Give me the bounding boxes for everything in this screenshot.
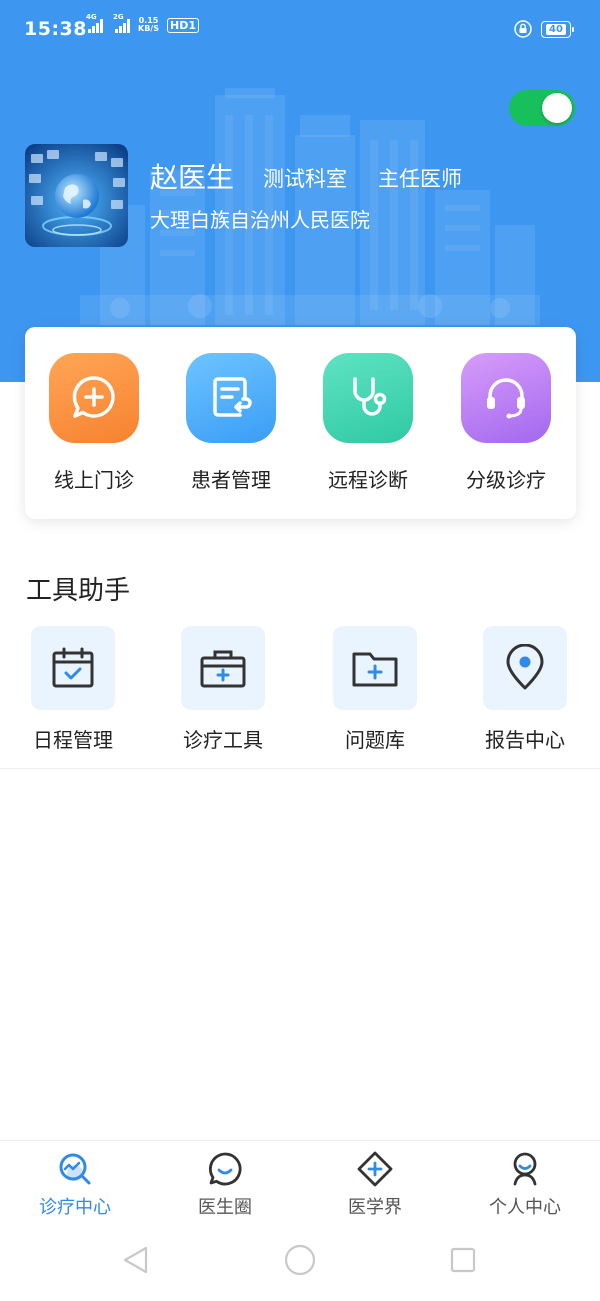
recents-icon[interactable] xyxy=(450,1247,476,1273)
toggle-knob xyxy=(542,93,572,123)
tool-label: 诊疗工具 xyxy=(183,728,263,752)
section-divider xyxy=(0,768,600,769)
tab-label: 诊疗中心 xyxy=(39,1197,111,1218)
network-indicators: 4G 2G 0.15 KB/S HD1 xyxy=(86,13,199,33)
diamond-plus-icon xyxy=(315,1151,435,1187)
medical-kit-icon xyxy=(181,626,265,710)
service-tiered-treatment[interactable]: 分级诊疗 xyxy=(451,327,561,493)
back-icon[interactable] xyxy=(120,1244,150,1276)
system-navigation-bar xyxy=(0,1224,600,1301)
header-banner: 15:38 4G 2G 0.15 KB/S HD1 40 赵医生 测试科室 主任… xyxy=(0,0,600,382)
calendar-check-icon xyxy=(31,626,115,710)
signal-icon: 4G xyxy=(86,13,103,33)
network-speed: 0.15 KB/S xyxy=(138,17,159,33)
chat-plus-icon xyxy=(49,353,139,443)
tool-label: 日程管理 xyxy=(33,728,113,752)
service-label: 远程诊断 xyxy=(328,468,408,492)
person-icon xyxy=(465,1151,585,1187)
smile-chat-icon xyxy=(165,1151,285,1187)
battery-icon: 40 xyxy=(541,21,574,38)
speed-unit: KB/S xyxy=(138,24,159,33)
status-time: 15:38 xyxy=(24,18,87,40)
signal-label: 4G xyxy=(86,13,97,21)
diagnosis-search-icon xyxy=(15,1151,135,1187)
service-remote-diagnosis[interactable]: 远程诊断 xyxy=(313,327,423,493)
lock-icon xyxy=(514,20,532,38)
doctor-name: 赵医生 xyxy=(150,161,235,194)
tools-section-title: 工具助手 xyxy=(26,576,131,606)
tool-diagnosis-tools[interactable]: 诊疗工具 xyxy=(158,626,288,753)
headset-icon xyxy=(461,353,551,443)
service-label: 线上门诊 xyxy=(54,468,134,492)
tool-report-center[interactable]: 报告中心 xyxy=(460,626,590,753)
tab-label: 个人中心 xyxy=(489,1197,561,1218)
home-icon[interactable] xyxy=(284,1244,316,1276)
service-label: 分级诊疗 xyxy=(466,468,546,492)
doctor-title: 主任医师 xyxy=(378,167,462,191)
bottom-tab-bar: 诊疗中心 医生圈 医学界 个人中心 xyxy=(0,1140,600,1224)
tool-label: 问题库 xyxy=(345,728,405,752)
status-bar: 15:38 4G 2G 0.15 KB/S HD1 40 xyxy=(0,0,600,62)
doctor-department: 测试科室 xyxy=(263,167,347,191)
service-label: 患者管理 xyxy=(191,468,271,492)
tab-personal-center[interactable]: 个人中心 xyxy=(465,1151,585,1219)
signal-icon: 2G xyxy=(113,13,130,33)
location-pin-icon xyxy=(483,626,567,710)
services-card: 线上门诊 患者管理 远程诊断 分级诊疗 xyxy=(25,327,576,519)
tab-label: 医学界 xyxy=(348,1197,402,1218)
globe-network-icon xyxy=(25,144,128,247)
avatar[interactable] xyxy=(25,144,128,247)
signal-label: 2G xyxy=(113,13,124,21)
tab-diagnosis-center[interactable]: 诊疗中心 xyxy=(15,1151,135,1219)
tab-doctor-circle[interactable]: 医生圈 xyxy=(165,1151,285,1219)
tab-label: 医生圈 xyxy=(198,1197,252,1218)
tool-question-bank[interactable]: 问题库 xyxy=(310,626,440,753)
clipboard-return-icon xyxy=(186,353,276,443)
tool-schedule-management[interactable]: 日程管理 xyxy=(8,626,138,753)
hd-badge: HD1 xyxy=(166,18,199,33)
stethoscope-icon xyxy=(323,353,413,443)
service-patient-management[interactable]: 患者管理 xyxy=(176,327,286,493)
tab-medical-world[interactable]: 医学界 xyxy=(315,1151,435,1219)
tool-label: 报告中心 xyxy=(485,728,565,752)
battery-level: 40 xyxy=(546,24,566,35)
service-online-clinic[interactable]: 线上门诊 xyxy=(39,327,149,493)
online-status-toggle[interactable] xyxy=(509,90,575,126)
folder-plus-icon xyxy=(333,626,417,710)
doctor-hospital: 大理白族自治州人民医院 xyxy=(150,208,370,232)
